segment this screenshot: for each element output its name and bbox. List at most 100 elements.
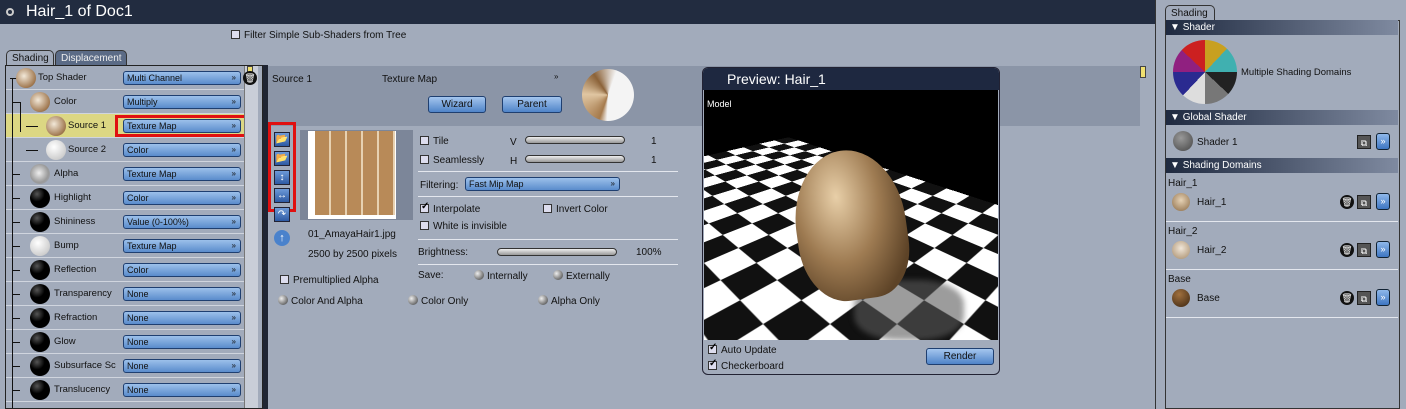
checkerboard-checkbox[interactable]: Checkerboard: [708, 358, 784, 372]
open-file-icon[interactable]: 📂: [274, 132, 290, 147]
tab-shading-right[interactable]: Shading: [1165, 5, 1215, 21]
dropdown-value: Color: [127, 145, 149, 155]
connect-icon[interactable]: ⧉: [1357, 135, 1371, 149]
v-tiling-slider[interactable]: [525, 136, 625, 144]
shader-type-dropdown[interactable]: None »: [123, 359, 241, 373]
shader-tree: Top Shader Multi Channel » Color Multiply…: [5, 65, 263, 409]
shader-type-dropdown[interactable]: Color »: [123, 263, 241, 277]
source-type-chevron-icon[interactable]: »: [554, 72, 558, 81]
model-label: Model: [707, 99, 732, 109]
domain-menu-dropdown[interactable]: »: [1376, 193, 1390, 210]
brightness-slider[interactable]: [497, 248, 617, 256]
render-button[interactable]: Render: [926, 348, 994, 365]
domain-menu-dropdown[interactable]: »: [1376, 241, 1390, 258]
tree-connector: [12, 390, 20, 391]
texture-dimensions: 2500 by 2500 pixels: [308, 249, 397, 260]
tree-row-color[interactable]: Color Multiply »: [6, 90, 244, 114]
tree-row-alpha[interactable]: Alpha Texture Map »: [6, 162, 244, 186]
shader-menu-dropdown[interactable]: »: [1376, 133, 1390, 150]
invert-color-checkbox[interactable]: Invert Color: [543, 204, 608, 215]
tree-row-bump[interactable]: Bump Texture Map »: [6, 234, 244, 258]
shader-type-dropdown[interactable]: Color »: [123, 143, 241, 157]
shader-type-dropdown[interactable]: Texture Map »: [123, 239, 241, 253]
open-recent-icon[interactable]: 📂: [274, 151, 290, 166]
filtering-dropdown[interactable]: Fast Mip Map»: [465, 177, 620, 191]
seamlessly-checkbox[interactable]: Seamlessly: [420, 155, 484, 166]
filter-checkbox[interactable]: Filter Simple Sub-Shaders from Tree: [231, 30, 406, 41]
up-arrow-icon[interactable]: ↑: [274, 230, 290, 246]
domain-item[interactable]: Hair_2 Hair_2 🗑 ⧉ »: [1166, 223, 1398, 270]
tab-displacement[interactable]: Displacement: [55, 50, 127, 66]
premultiplied-alpha-checkbox[interactable]: Premultiplied Alpha: [280, 275, 379, 286]
divider: [418, 239, 678, 240]
tree-row-subsurface-sc[interactable]: Subsurface Sc None »: [6, 354, 244, 378]
color-only-radio[interactable]: Color Only: [408, 295, 468, 307]
white-invisible-checkbox[interactable]: White is invisible: [420, 221, 507, 232]
shader-type-dropdown[interactable]: None »: [123, 383, 241, 397]
shader-section-header[interactable]: ▼ Shader: [1166, 20, 1398, 35]
tree-row-reflection[interactable]: Reflection Color »: [6, 258, 244, 282]
shader-type-dropdown[interactable]: Value (0-100%) »: [123, 215, 241, 229]
shader-ball: [1173, 131, 1193, 151]
shader-type-dropdown[interactable]: None »: [123, 335, 241, 349]
flip-horizontal-icon[interactable]: ↔: [274, 188, 290, 203]
tree-connector: [12, 222, 20, 223]
domain-item[interactable]: Hair_1 Hair_1 🗑 ⧉ »: [1166, 175, 1398, 222]
tree-row-translucency[interactable]: Translucency None »: [6, 378, 244, 402]
brightness-label: Brightness:: [418, 247, 469, 258]
tree-row-highlight[interactable]: Highlight Color »: [6, 186, 244, 210]
checkbox-box[interactable]: [231, 30, 240, 39]
shader-type-dropdown[interactable]: None »: [123, 287, 241, 301]
tree-row-label: Shininess: [54, 216, 96, 227]
tree-row-source-2[interactable]: Source 2 Color »: [6, 138, 244, 162]
tile-checkbox[interactable]: Tile: [420, 136, 449, 147]
tree-row-shininess[interactable]: Shininess Value (0-100%) »: [6, 210, 244, 234]
tab-shading[interactable]: Shading: [6, 50, 54, 66]
tree-row-glow[interactable]: Glow None »: [6, 330, 244, 354]
internally-label: Internally: [487, 271, 528, 282]
alpha-only-radio[interactable]: Alpha Only: [538, 295, 600, 307]
interpolate-checkbox[interactable]: Interpolate: [420, 201, 480, 215]
connect-icon[interactable]: ⧉: [1357, 195, 1371, 209]
trash-icon[interactable]: 🗑: [1340, 195, 1354, 209]
tree-connector: [12, 78, 13, 408]
auto-update-checkbox[interactable]: Auto Update: [708, 342, 777, 356]
global-shader-section-header[interactable]: ▼ Global Shader: [1166, 110, 1398, 125]
dropdown-value: Color: [127, 265, 149, 275]
shader-type-dropdown[interactable]: Color »: [123, 191, 241, 205]
tree-row-transparency[interactable]: Transparency None »: [6, 282, 244, 306]
tree-row-top-shader[interactable]: Top Shader Multi Channel »: [6, 66, 244, 90]
trash-icon[interactable]: 🗑: [1340, 291, 1354, 305]
shader-type-dropdown[interactable]: None »: [123, 311, 241, 325]
trash-icon[interactable]: 🗑: [243, 71, 257, 85]
multi-domain-shader-ball: [1173, 40, 1237, 104]
tree-row-refraction[interactable]: Refraction None »: [6, 306, 244, 330]
trash-icon[interactable]: 🗑: [1340, 243, 1354, 257]
shader-type-dropdown[interactable]: Multiply »: [123, 95, 241, 109]
domains-header-label: Shading Domains: [1182, 160, 1262, 171]
h-tiling-slider[interactable]: [525, 155, 625, 163]
parent-button[interactable]: Parent: [502, 96, 562, 113]
window-dot-icon[interactable]: [6, 8, 14, 16]
wizard-button[interactable]: Wizard: [428, 96, 486, 113]
save-label: Save:: [418, 270, 444, 281]
shader-header-label: Shader: [1182, 22, 1215, 33]
rotate-icon[interactable]: ↷: [274, 207, 290, 222]
flip-vertical-icon[interactable]: ↕: [274, 170, 290, 185]
shading-domains-section-header[interactable]: ▼ Shading Domains: [1166, 158, 1398, 173]
connect-icon[interactable]: ⧉: [1357, 243, 1371, 257]
color-and-alpha-radio[interactable]: Color And Alpha: [278, 295, 363, 307]
save-internally-radio[interactable]: Internally: [474, 270, 528, 282]
shader-type-dropdown[interactable]: Texture Map »: [123, 167, 241, 181]
domain-shader-ball: [1172, 241, 1190, 259]
mid-scroll-thumb[interactable]: [1140, 66, 1146, 78]
connect-icon[interactable]: ⧉: [1357, 291, 1371, 305]
dropdown-value: Texture Map: [127, 241, 177, 251]
preview-render[interactable]: Model: [704, 90, 998, 340]
tree-scrollbar[interactable]: [244, 66, 258, 408]
domain-menu-dropdown[interactable]: »: [1376, 289, 1390, 306]
tree-row-label: Translucency: [54, 384, 111, 395]
save-externally-radio[interactable]: Externally: [553, 270, 610, 282]
domain-item[interactable]: Base Base 🗑 ⧉ »: [1166, 271, 1398, 318]
shader-type-dropdown[interactable]: Multi Channel »: [123, 71, 241, 85]
